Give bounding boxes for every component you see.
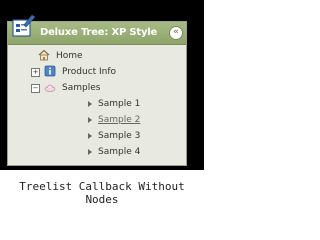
tree-item-home[interactable]: Home [30, 48, 170, 64]
collapse-icon[interactable]: − [31, 84, 40, 93]
tree-header: Deluxe Tree: XP Style « [8, 14, 186, 45]
bullet-arrow-icon [88, 101, 92, 107]
bullet-arrow-icon [88, 133, 92, 139]
tree-item-sample-3[interactable]: Sample 3 [88, 128, 178, 144]
tree-item-product-info[interactable]: + Product Info [30, 64, 170, 80]
tree-app-icon [12, 14, 36, 37]
tree-item-label: Sample 2 [98, 115, 141, 125]
tree-item-label: Sample 4 [98, 147, 141, 157]
tree-item-label: Product Info [62, 67, 117, 77]
demo-caption: Treelist Callback Without Nodes [19, 180, 185, 206]
home-icon [38, 49, 50, 61]
demo-frame: Deluxe Tree: XP Style « Home + Product I… [0, 0, 204, 170]
tree-item-samples[interactable]: − Samples [30, 80, 170, 96]
tree-item-sample-1[interactable]: Sample 1 [88, 96, 178, 112]
tree-item-label: Home [56, 51, 83, 61]
tree-title: Deluxe Tree: XP Style [40, 27, 158, 38]
tree-panel: Deluxe Tree: XP Style « Home + Product I… [7, 14, 187, 166]
collapse-button[interactable]: « [169, 26, 183, 40]
tree-item-label: Sample 3 [98, 131, 141, 141]
tree-item-sample-2[interactable]: Sample 2 [88, 112, 178, 128]
info-icon [44, 65, 56, 77]
tree-item-label: Sample 1 [98, 99, 141, 109]
samples-icon [44, 84, 56, 92]
bullet-arrow-icon [88, 149, 92, 155]
bullet-arrow-icon [88, 117, 92, 123]
expand-icon[interactable]: + [31, 68, 40, 77]
tree-item-sample-4[interactable]: Sample 4 [88, 144, 178, 160]
tree-item-label: Samples [62, 83, 101, 93]
